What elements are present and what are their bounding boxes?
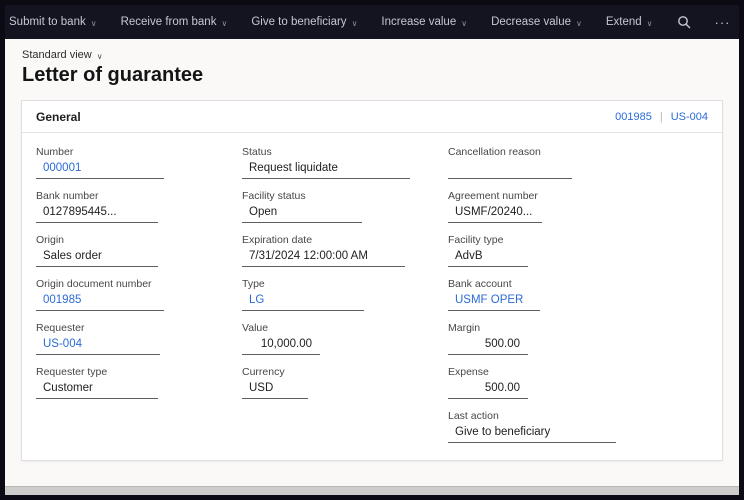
field-currency-label: Currency [242,366,285,378]
field-cancellation-reason-label: Cancellation reason [448,146,541,158]
field-agreement-number-label: Agreement number [448,190,538,202]
give-to-beneficiary-label: Give to beneficiary [251,16,347,28]
field-bank-number: Bank number 0127895445... [36,190,242,223]
ref-link-requester[interactable]: US-004 [671,111,708,123]
field-status-value[interactable]: Request liquidate [242,161,410,179]
header-reference-links: 001985 | US-004 [615,111,708,123]
field-currency-value[interactable]: USD [242,381,308,399]
more-icon: ··· [714,14,731,30]
field-facility-status-label: Facility status [242,190,306,202]
submit-to-bank-label: Submit to bank [9,16,86,28]
general-section: General 001985 | US-004 Number 000001 Ba… [21,100,723,461]
field-origin-document-number: Origin document number 001985 [36,278,242,311]
next-section-edge[interactable] [5,486,739,495]
chevron-down-icon: ∨ [96,51,103,61]
field-last-action-label: Last action [448,410,499,422]
field-bank-account-label: Bank account [448,278,512,290]
field-type: Type LG [242,278,448,311]
field-expense-label: Expense [448,366,489,378]
general-section-header[interactable]: General 001985 | US-004 [22,101,722,133]
field-origin-value[interactable]: Sales order [36,249,158,267]
field-margin-label: Margin [448,322,481,334]
page-content: Standard view ∨ Letter of guarantee Gene… [5,39,739,495]
more-commands-button[interactable]: ··· [715,15,731,30]
field-value: Value 10,000.00 [242,322,448,355]
field-number: Number 000001 [36,146,242,179]
field-facility-status-value[interactable]: Open [242,205,362,223]
increase-value-label: Increase value [381,16,457,28]
field-origin: Origin Sales order [36,234,242,267]
field-expiration-date: Expiration date 7/31/2024 12:00:00 AM [242,234,448,267]
field-origin-label: Origin [36,234,65,246]
field-agreement-number: Agreement number USMF/20240... [448,190,616,223]
field-origin-document-number-value[interactable]: 001985 [36,293,164,311]
ref-separator: | [659,111,663,123]
field-requester-value[interactable]: US-004 [36,337,160,355]
chevron-down-icon: ∨ [646,18,653,28]
general-form: Number 000001 Bank number 0127895445... … [22,133,722,460]
field-value-value[interactable]: 10,000.00 [242,337,320,355]
chevron-down-icon: ∨ [90,18,97,28]
field-bank-account: Bank account USMF OPER [448,278,616,311]
field-number-label: Number [36,146,74,158]
submit-to-bank-button[interactable]: Submit to bank ∨ [9,16,97,28]
field-number-value[interactable]: 000001 [36,161,164,179]
receive-from-bank-button[interactable]: Receive from bank ∨ [121,16,228,28]
general-section-title: General [36,110,81,124]
chevron-down-icon: ∨ [575,18,582,28]
ref-link-document[interactable]: 001985 [615,111,652,123]
field-last-action: Last action Give to beneficiary [448,410,616,443]
field-expiration-date-label: Expiration date [242,234,313,246]
field-cancellation-reason-value[interactable] [448,161,572,179]
field-last-action-value[interactable]: Give to beneficiary [448,425,616,443]
search-button[interactable] [677,15,691,29]
chevron-down-icon: ∨ [461,18,468,28]
field-value-label: Value [242,322,269,334]
field-margin-value[interactable]: 500.00 [448,337,528,355]
field-facility-status: Facility status Open [242,190,448,223]
extend-button[interactable]: Extend ∨ [606,16,653,28]
field-facility-type: Facility type AdvB [448,234,616,267]
field-type-label: Type [242,278,265,290]
field-expiration-date-value[interactable]: 7/31/2024 12:00:00 AM [242,249,405,267]
form-column-2: Status Request liquidate Facility status… [242,146,448,454]
chevron-down-icon: ∨ [221,18,228,28]
decrease-value-button[interactable]: Decrease value ∨ [491,16,582,28]
increase-value-button[interactable]: Increase value ∨ [381,16,467,28]
field-facility-type-label: Facility type [448,234,504,246]
field-origin-document-number-label: Origin document number [36,278,152,290]
form-column-1: Number 000001 Bank number 0127895445... … [36,146,242,454]
field-expense-value[interactable]: 500.00 [448,381,528,399]
field-requester: Requester US-004 [36,322,242,355]
field-bank-number-value[interactable]: 0127895445... [36,205,158,223]
field-bank-account-value[interactable]: USMF OPER [448,293,540,311]
field-requester-type-label: Requester type [36,366,108,378]
view-selector[interactable]: Standard view ∨ [22,49,103,61]
field-bank-number-label: Bank number [36,190,99,202]
page-title: Letter of guarantee [22,64,204,86]
field-agreement-number-value[interactable]: USMF/20240... [448,205,542,223]
receive-from-bank-label: Receive from bank [120,16,217,28]
app-window: Submit to bank ∨ Receive from bank ∨ Giv… [0,0,744,500]
field-status-label: Status [242,146,272,158]
field-currency: Currency USD [242,366,448,399]
field-type-value[interactable]: LG [242,293,364,311]
form-column-3: Cancellation reason Agreement number USM… [448,146,616,454]
field-expense: Expense 500.00 [448,366,616,399]
field-requester-type-value[interactable]: Customer [36,381,158,399]
view-selector-label: Standard view [22,49,92,61]
field-requester-label: Requester [36,322,85,334]
extend-label: Extend [605,16,642,28]
field-cancellation-reason: Cancellation reason [448,146,616,179]
decrease-value-label: Decrease value [491,16,571,28]
field-margin: Margin 500.00 [448,322,616,355]
give-to-beneficiary-button[interactable]: Give to beneficiary ∨ [251,16,357,28]
chevron-down-icon: ∨ [351,18,358,28]
command-bar: Submit to bank ∨ Receive from bank ∨ Giv… [5,5,739,39]
field-status: Status Request liquidate [242,146,448,179]
search-icon [677,16,690,29]
field-facility-type-value[interactable]: AdvB [448,249,528,267]
field-requester-type: Requester type Customer [36,366,242,399]
